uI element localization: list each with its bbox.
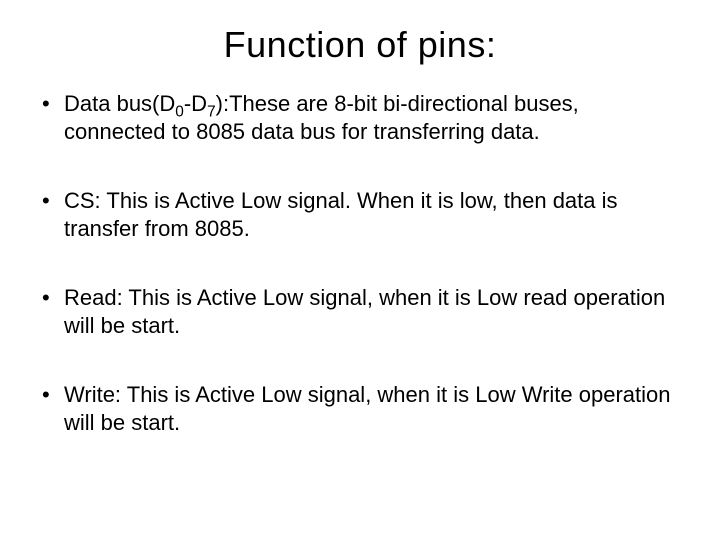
bullet-list: Data bus(D0-D7):These are 8-bit bi-direc… [40, 90, 680, 436]
list-item: CS: This is Active Low signal. When it i… [40, 187, 680, 242]
list-item: Data bus(D0-D7):These are 8-bit bi-direc… [40, 90, 680, 145]
page-title: Function of pins: [40, 24, 680, 66]
bullet-text: CS: This is Active Low signal. When it i… [64, 188, 618, 241]
bullet-text: Data bus(D [64, 91, 175, 116]
bullet-text: Write: This is Active Low signal, when i… [64, 382, 670, 435]
list-item: Read: This is Active Low signal, when it… [40, 284, 680, 339]
bullet-text: -D [184, 91, 207, 116]
bullet-text: Read: This is Active Low signal, when it… [64, 285, 665, 338]
list-item: Write: This is Active Low signal, when i… [40, 381, 680, 436]
